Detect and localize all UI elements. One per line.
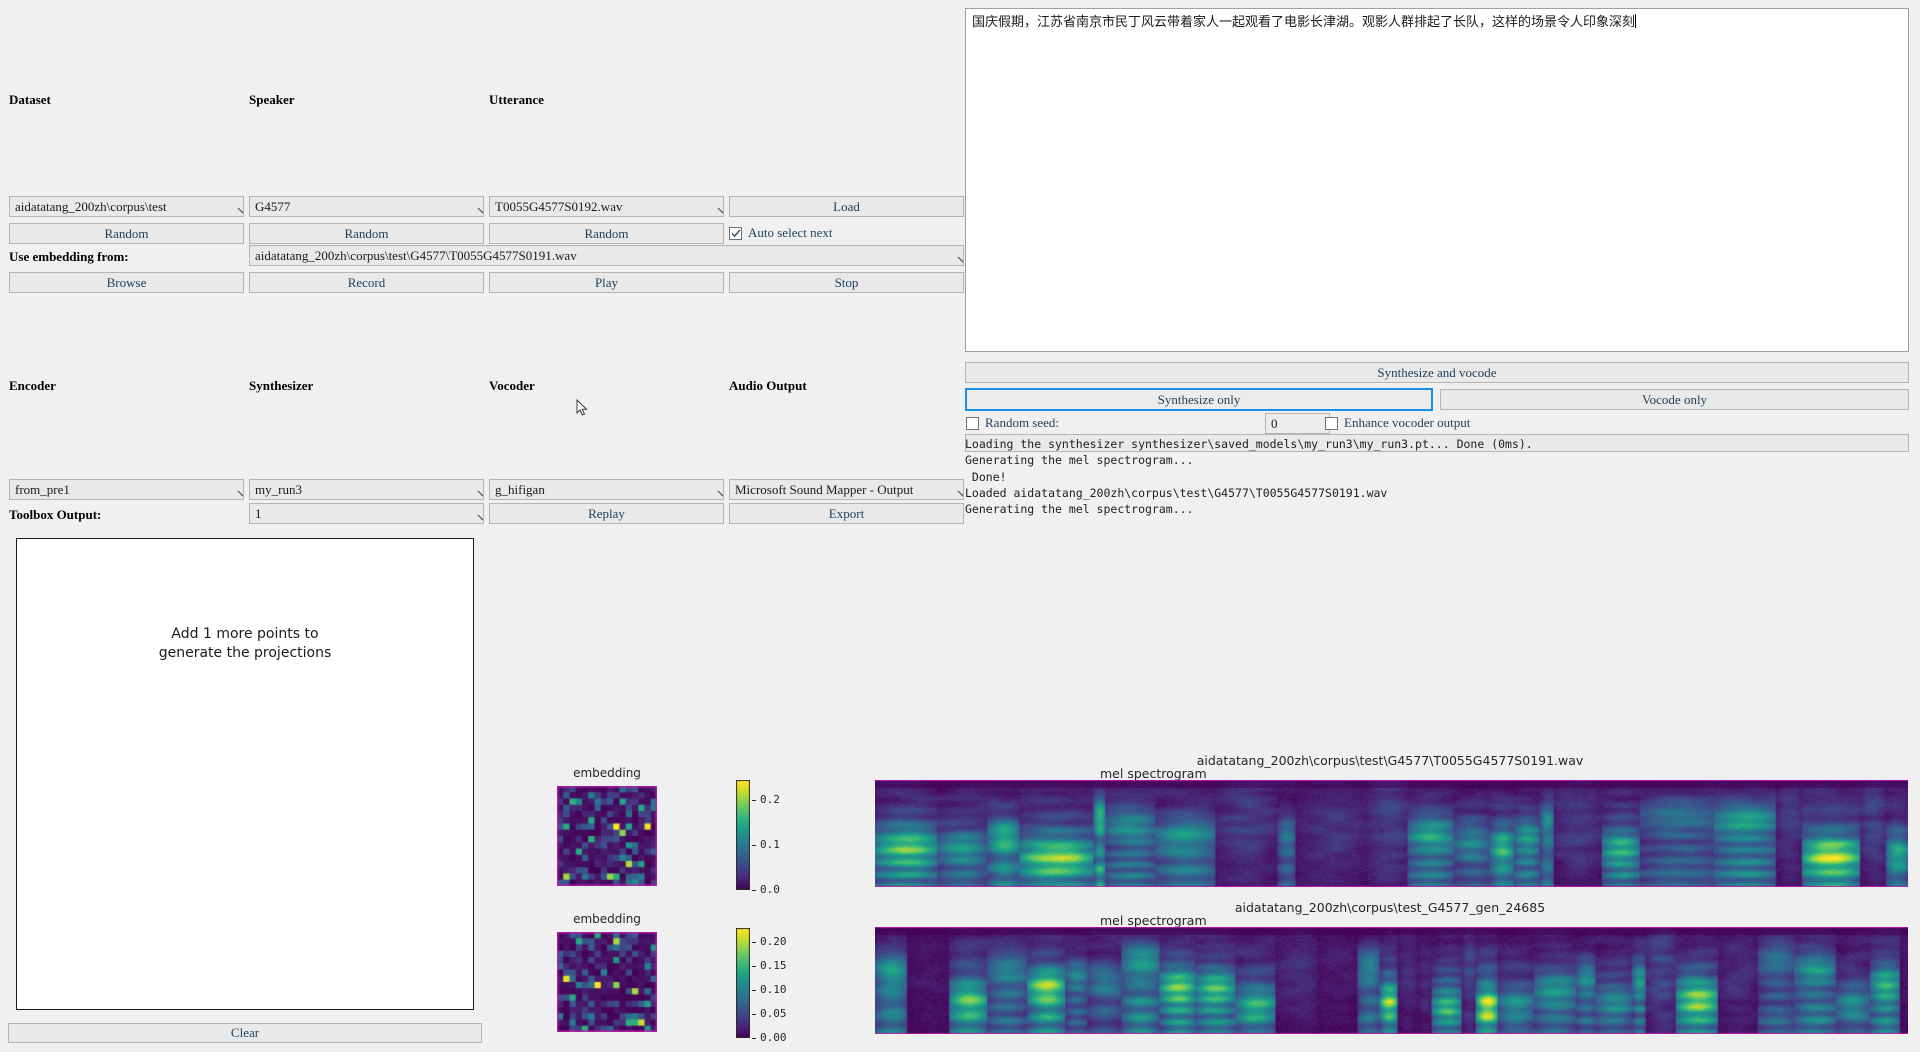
colorbar-tick-label: 0.15: [760, 959, 787, 972]
enhance-vocoder-label: Enhance vocoder output: [1344, 415, 1471, 430]
dataset-select-value: aidatatang_200zh\corpus\test: [15, 198, 167, 214]
transcript-textarea[interactable]: 国庆假期，江苏省南京市民丁风云带着家人一起观看了电影长津湖。观影人群排起了长队，…: [965, 8, 1909, 352]
audio-output-select[interactable]: Microsoft Sound Mapper - Output: [729, 479, 964, 500]
use-embedding-from-label: Use embedding from:: [9, 249, 129, 264]
mouse-cursor-icon: [576, 398, 588, 417]
vocoder-select-value: g_hifigan: [495, 481, 545, 497]
transcript-text: 国庆假期，江苏省南京市民丁风云带着家人一起观看了电影长津湖。观影人群排起了长队，…: [972, 14, 1636, 29]
stop-button[interactable]: Stop: [729, 272, 964, 293]
utterance-select-value: T0055G4577S0192.wav: [495, 198, 623, 214]
projections-message-line2: generate the projections: [158, 644, 332, 661]
random-utterance-button[interactable]: Random: [489, 223, 724, 244]
colorbar-tick-label: 0.1: [760, 838, 780, 851]
embedding-source-select[interactable]: aidatatang_200zh\corpus\test\G4577\T0055…: [249, 245, 964, 266]
mel-reference-subtitle: mel spectrogram: [1100, 766, 1207, 781]
log-line: Generating the mel spectrogram...: [965, 453, 1194, 468]
random-dataset-button[interactable]: Random: [9, 223, 244, 244]
colorbar-tick: [752, 1038, 756, 1039]
encoder-select[interactable]: from_pre1: [9, 479, 244, 500]
record-button[interactable]: Record: [249, 272, 484, 293]
speaker-label: Speaker: [249, 92, 295, 107]
colorbar-tick-label: 0.0: [760, 883, 780, 896]
colorbar-tick: [752, 966, 756, 967]
utterance-select[interactable]: T0055G4577S0192.wav: [489, 196, 724, 217]
embedding-reference-colorbar: [736, 780, 750, 890]
random-seed-label: Random seed:: [985, 415, 1060, 430]
embedding-synthesized-colorbar: [736, 928, 750, 1038]
mel-reference-heatmap: [875, 780, 1908, 887]
load-button[interactable]: Load: [729, 196, 964, 217]
log-line: Loading the synthesizer synthesizer\save…: [965, 437, 1533, 451]
random-seed-input[interactable]: 0: [1265, 413, 1330, 434]
toolbox-output-label: Toolbox Output:: [9, 507, 102, 522]
log-line: Done!: [965, 469, 1007, 484]
toolbox-output-value: 1: [255, 505, 262, 521]
log-line: Loaded aidatatang_200zh\corpus\test\G457…: [965, 485, 1388, 500]
colorbar-tick: [752, 800, 756, 801]
enhance-vocoder-checkbox[interactable]: Enhance vocoder output: [1325, 415, 1470, 431]
audio-output-select-value: Microsoft Sound Mapper - Output: [735, 481, 914, 497]
colorbar-tick: [752, 990, 756, 991]
speaker-select-value: G4577: [255, 198, 291, 214]
toolbox-output-select[interactable]: 1: [249, 503, 484, 524]
colorbar-tick-label: 0.2: [760, 793, 780, 806]
log-output: Loading the synthesizer synthesizer\save…: [965, 436, 1909, 546]
vocoder-select[interactable]: g_hifigan: [489, 479, 724, 500]
synthesizer-select-value: my_run3: [255, 481, 302, 497]
utterance-label: Utterance: [489, 92, 544, 107]
audio-output-label: Audio Output: [729, 378, 807, 393]
vocoder-label: Vocoder: [489, 378, 535, 393]
dataset-label: Dataset: [9, 92, 51, 107]
synthesizer-label: Synthesizer: [249, 378, 314, 393]
colorbar-tick-label: 0.10: [760, 983, 787, 996]
colorbar-tick-label: 0.20: [760, 935, 787, 948]
encoder-select-value: from_pre1: [15, 481, 70, 497]
embedding-reference-heatmap: [557, 786, 657, 886]
random-seed-value: 0: [1271, 415, 1278, 431]
auto-select-next-checkbox[interactable]: Auto select next: [729, 225, 832, 241]
play-button[interactable]: Play: [489, 272, 724, 293]
embedding-synthesized-title: embedding: [573, 912, 641, 926]
mel-generated-heatmap: [875, 927, 1908, 1034]
colorbar-tick: [752, 942, 756, 943]
speaker-select[interactable]: G4577: [249, 196, 484, 217]
embedding-synthesized-heatmap: [557, 932, 657, 1032]
clear-button[interactable]: Clear: [8, 1023, 482, 1043]
replay-button[interactable]: Replay: [489, 503, 724, 524]
mel-generated-subtitle: mel spectrogram: [1100, 913, 1207, 928]
embedding-reference-colorbar-labels: 0.0 0.1 0.2: [752, 780, 812, 896]
colorbar-tick: [752, 1014, 756, 1015]
browse-button[interactable]: Browse: [9, 272, 244, 293]
checkmark-icon: [729, 226, 742, 240]
dataset-select[interactable]: aidatatang_200zh\corpus\test: [9, 196, 244, 217]
colorbar-tick: [752, 845, 756, 846]
colorbar-tick-label: 0.00: [760, 1031, 787, 1044]
random-speaker-button[interactable]: Random: [249, 223, 484, 244]
vocode-only-button[interactable]: Vocode only: [1440, 389, 1909, 410]
checkbox-icon: [1325, 416, 1338, 430]
embedding-source-value: aidatatang_200zh\corpus\test\G4577\T0055…: [255, 247, 577, 263]
random-seed-checkbox[interactable]: Random seed:: [966, 415, 1059, 431]
projections-plot: Add 1 more points to generate the projec…: [16, 538, 474, 1010]
embedding-synthesized-colorbar-labels: 0.00 0.05 0.10 0.15 0.20: [752, 928, 812, 1044]
export-button[interactable]: Export: [729, 503, 964, 524]
auto-select-next-label: Auto select next: [748, 225, 833, 240]
projections-message-line1: Add 1 more points to: [171, 626, 319, 642]
encoder-label: Encoder: [9, 378, 56, 393]
colorbar-tick-label: 0.05: [760, 1007, 787, 1020]
text-caret: [1635, 14, 1637, 28]
synthesizer-select[interactable]: my_run3: [249, 479, 484, 500]
synthesize-only-button[interactable]: Synthesize only: [965, 388, 1433, 411]
synthesize-and-vocode-button[interactable]: Synthesize and vocode: [965, 362, 1909, 383]
log-line: Generating the mel spectrogram...: [965, 502, 1194, 517]
checkbox-icon: [966, 416, 979, 430]
embedding-reference-title: embedding: [573, 766, 641, 780]
colorbar-tick: [752, 890, 756, 891]
projections-message: Add 1 more points to generate the projec…: [17, 625, 473, 663]
